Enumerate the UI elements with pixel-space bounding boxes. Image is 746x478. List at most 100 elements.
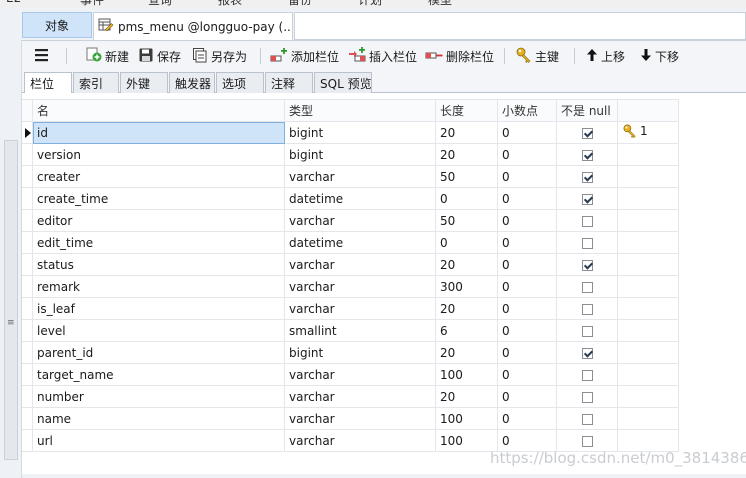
tab-comment[interactable]: 注释: [265, 72, 313, 93]
field-length-cell[interactable]: 0: [435, 187, 498, 210]
column-header-length[interactable]: 长度: [435, 99, 498, 122]
field-length-cell[interactable]: 20: [435, 341, 498, 364]
field-decimals-cell[interactable]: 0: [497, 187, 557, 210]
field-length-cell[interactable]: 100: [435, 429, 498, 452]
menu-item[interactable]: E2: [6, 0, 21, 5]
field-name-cell[interactable]: number: [32, 385, 285, 408]
field-type-cell[interactable]: varchar: [284, 385, 436, 408]
table-row[interactable]: number varchar 20 0: [22, 385, 679, 408]
field-type-cell[interactable]: datetime: [284, 231, 436, 254]
table-row[interactable]: remark varchar 300 0: [22, 275, 679, 298]
field-decimals-cell[interactable]: 0: [497, 121, 557, 144]
menu-item[interactable]: 事件: [80, 0, 104, 8]
column-header-name[interactable]: 名: [32, 99, 285, 122]
not-null-checkbox[interactable]: [581, 215, 593, 227]
field-length-cell[interactable]: 20: [435, 253, 498, 276]
field-length-cell[interactable]: 100: [435, 363, 498, 386]
field-type-cell[interactable]: varchar: [284, 209, 436, 232]
field-decimals-cell[interactable]: 0: [497, 275, 557, 298]
tab-sql-preview[interactable]: SQL 预览: [314, 72, 372, 93]
field-type-cell[interactable]: smallint: [284, 319, 436, 342]
field-decimals-cell[interactable]: 0: [497, 143, 557, 166]
not-null-checkbox[interactable]: [581, 435, 593, 447]
table-row[interactable]: parent_id bigint 20 0: [22, 341, 679, 364]
field-type-cell[interactable]: varchar: [284, 407, 436, 430]
menu-item[interactable]: 计划: [358, 0, 382, 8]
field-name-cell[interactable]: level: [32, 319, 285, 342]
table-row[interactable]: id bigint 20 0 1: [22, 121, 679, 144]
field-decimals-cell[interactable]: 0: [497, 341, 557, 364]
column-header-key[interactable]: [617, 99, 679, 122]
field-type-cell[interactable]: varchar: [284, 429, 436, 452]
left-splitter[interactable]: ≡: [0, 40, 22, 478]
field-name-cell[interactable]: target_name: [32, 363, 285, 386]
menu-item[interactable]: 备份: [288, 0, 312, 8]
field-decimals-cell[interactable]: 0: [497, 165, 557, 188]
field-decimals-cell[interactable]: 0: [497, 297, 557, 320]
field-length-cell[interactable]: 20: [435, 385, 498, 408]
tab-triggers[interactable]: 触发器: [169, 72, 215, 93]
not-null-checkbox[interactable]: [581, 303, 593, 315]
primary-key-button[interactable]: 主键: [516, 46, 559, 66]
field-name-cell[interactable]: id: [32, 121, 285, 144]
save-button[interactable]: 保存: [138, 46, 181, 66]
table-row[interactable]: creater varchar 50 0: [22, 165, 679, 188]
menu-item[interactable]: 查询: [148, 0, 172, 8]
not-null-checkbox[interactable]: [581, 237, 593, 249]
add-field-button[interactable]: 添加栏位: [270, 46, 339, 66]
tab-objects[interactable]: 对象: [22, 12, 92, 38]
splitter-grip-icon[interactable]: ≡: [7, 319, 15, 328]
field-name-cell[interactable]: creater: [32, 165, 285, 188]
not-null-checkbox[interactable]: [581, 281, 593, 293]
field-type-cell[interactable]: bigint: [284, 121, 436, 144]
table-row[interactable]: name varchar 100 0: [22, 407, 679, 430]
field-name-cell[interactable]: is_leaf: [32, 297, 285, 320]
table-row[interactable]: status varchar 20 0: [22, 253, 679, 276]
tab-options[interactable]: 选项: [216, 72, 264, 93]
field-type-cell[interactable]: varchar: [284, 297, 436, 320]
field-length-cell[interactable]: 0: [435, 231, 498, 254]
field-length-cell[interactable]: 50: [435, 165, 498, 188]
column-header-decimals[interactable]: 小数点: [497, 99, 557, 122]
not-null-checkbox[interactable]: [581, 171, 593, 183]
field-length-cell[interactable]: 20: [435, 121, 498, 144]
field-decimals-cell[interactable]: 0: [497, 231, 557, 254]
delete-field-button[interactable]: 删除栏位: [425, 46, 494, 66]
field-decimals-cell[interactable]: 0: [497, 209, 557, 232]
move-down-button[interactable]: 下移: [640, 46, 679, 66]
not-null-checkbox[interactable]: [581, 413, 593, 425]
field-name-cell[interactable]: url: [32, 429, 285, 452]
column-header-not-null[interactable]: 不是 null: [556, 99, 618, 122]
menu-button[interactable]: [34, 46, 50, 66]
not-null-checkbox[interactable]: [581, 391, 593, 403]
table-row[interactable]: is_leaf varchar 20 0: [22, 297, 679, 320]
field-name-cell[interactable]: parent_id: [32, 341, 285, 364]
field-name-cell[interactable]: edit_time: [32, 231, 285, 254]
field-length-cell[interactable]: 20: [435, 297, 498, 320]
not-null-checkbox[interactable]: [581, 369, 593, 381]
menu-item[interactable]: 模型: [428, 0, 452, 8]
field-type-cell[interactable]: varchar: [284, 363, 436, 386]
table-row[interactable]: version bigint 20 0: [22, 143, 679, 166]
insert-field-button[interactable]: 插入栏位: [348, 46, 417, 66]
table-row[interactable]: create_time datetime 0 0: [22, 187, 679, 210]
field-type-cell[interactable]: bigint: [284, 341, 436, 364]
field-name-cell[interactable]: version: [32, 143, 285, 166]
field-name-cell[interactable]: create_time: [32, 187, 285, 210]
not-null-checkbox[interactable]: [581, 325, 593, 337]
table-row[interactable]: editor varchar 50 0: [22, 209, 679, 232]
column-header-type[interactable]: 类型: [284, 99, 436, 122]
field-type-cell[interactable]: varchar: [284, 165, 436, 188]
field-type-cell[interactable]: varchar: [284, 253, 436, 276]
field-type-cell[interactable]: datetime: [284, 187, 436, 210]
field-length-cell[interactable]: 50: [435, 209, 498, 232]
save-as-button[interactable]: 另存为: [192, 46, 247, 66]
tab-foreign-keys[interactable]: 外键: [120, 72, 168, 93]
field-name-cell[interactable]: name: [32, 407, 285, 430]
menu-item[interactable]: 报表: [218, 0, 242, 8]
not-null-checkbox[interactable]: [581, 193, 593, 205]
new-button[interactable]: 新建: [86, 46, 129, 66]
field-decimals-cell[interactable]: 0: [497, 363, 557, 386]
tab-fields[interactable]: 栏位: [24, 72, 72, 94]
move-up-button[interactable]: 上移: [586, 46, 625, 66]
